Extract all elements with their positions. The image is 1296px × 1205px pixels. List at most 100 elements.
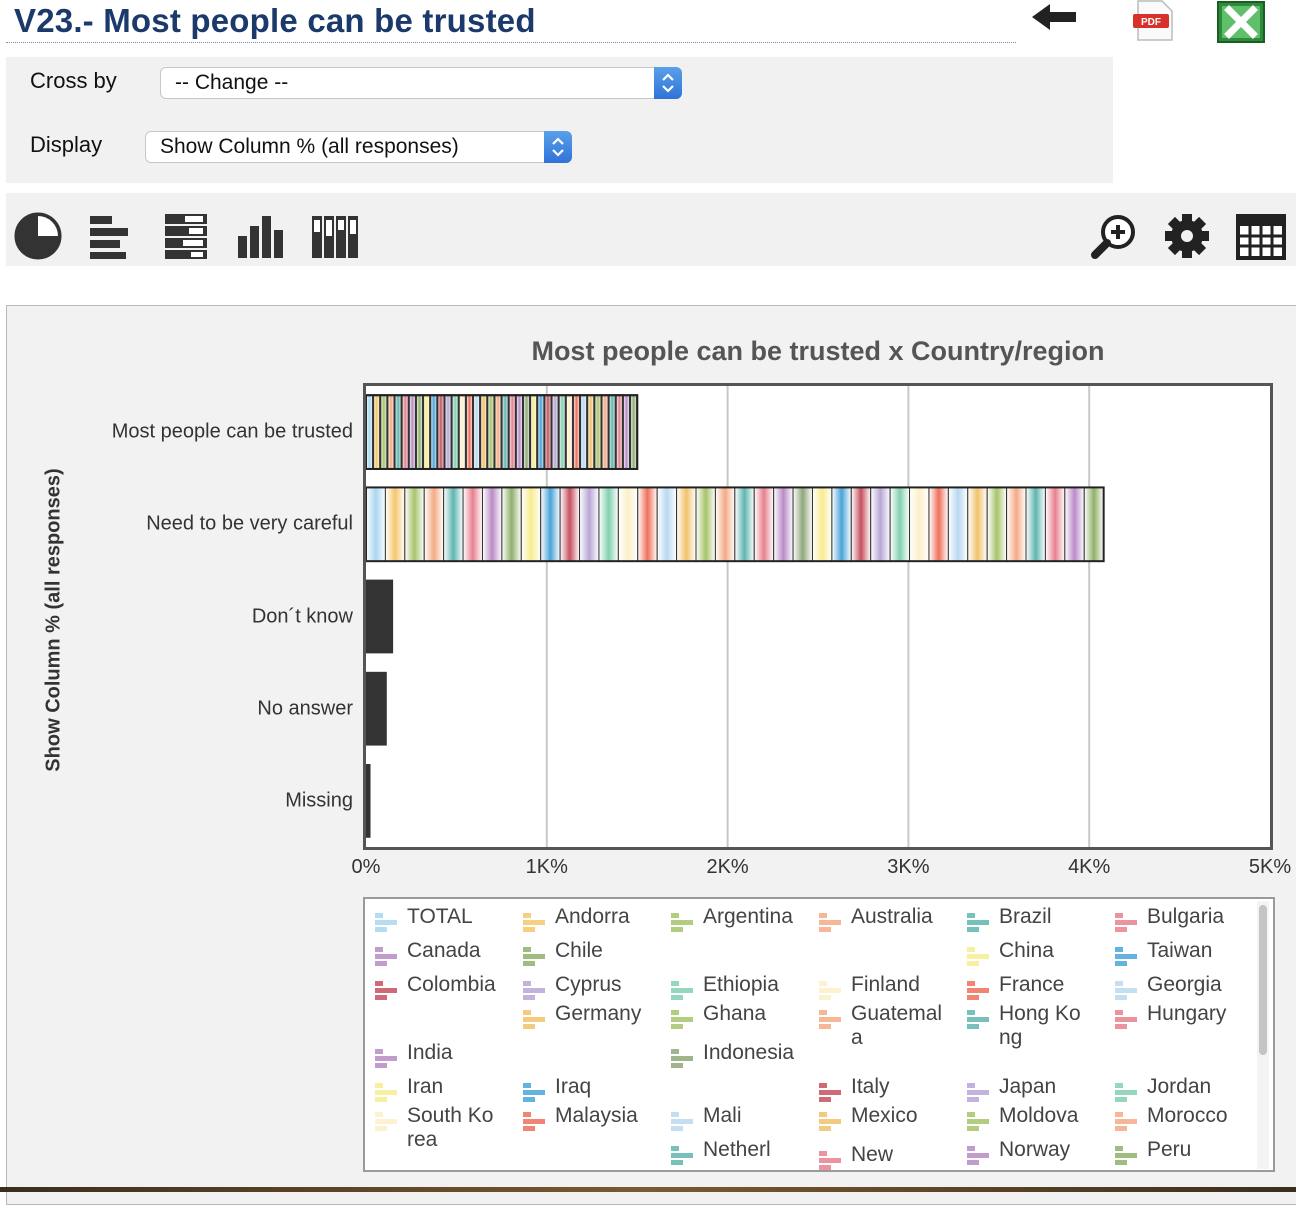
bar-segment[interactable] — [629, 394, 639, 470]
stacked-vertical-bar-icon[interactable] — [310, 214, 358, 260]
bar-segment[interactable] — [1044, 486, 1066, 562]
bar-segment[interactable] — [1006, 486, 1027, 562]
legend-item[interactable]: Andorra — [523, 905, 647, 933]
bar-segment[interactable] — [928, 486, 949, 562]
bar-segment[interactable] — [379, 394, 389, 470]
bar-segment[interactable] — [621, 394, 632, 470]
bar-segment[interactable] — [579, 394, 589, 470]
legend-item[interactable]: South Korea — [375, 1104, 499, 1152]
bar-segment[interactable] — [571, 394, 582, 470]
bar-segment[interactable] — [501, 486, 522, 562]
legend-scrollbar-thumb[interactable] — [1259, 905, 1267, 1055]
bar-segment[interactable] — [386, 394, 396, 470]
bar-segment[interactable] — [500, 394, 510, 470]
table-icon[interactable] — [1236, 214, 1286, 260]
bar-segment[interactable] — [540, 486, 561, 562]
bar-2[interactable] — [366, 579, 394, 654]
bar-segment[interactable] — [637, 486, 658, 562]
legend-item[interactable]: Indonesia — [671, 1041, 795, 1069]
legend-item[interactable]: Argentina — [671, 905, 795, 933]
back-arrow-icon[interactable] — [1030, 2, 1080, 32]
bar-segment[interactable] — [600, 394, 610, 470]
bar-segment[interactable] — [870, 486, 891, 562]
legend-item[interactable]: Taiwan — [1115, 939, 1239, 967]
legend-item[interactable]: France — [967, 973, 1091, 1001]
bar-segment[interactable] — [536, 394, 546, 470]
bar-segment[interactable] — [792, 486, 813, 562]
legend-item[interactable]: Moldova — [967, 1104, 1091, 1132]
bar-segment[interactable] — [676, 486, 697, 562]
legend-item[interactable]: Japan — [967, 1075, 1091, 1103]
bar-segment[interactable] — [598, 486, 619, 562]
legend-item[interactable]: Hungary — [1115, 1002, 1239, 1030]
legend-item[interactable]: New — [819, 1143, 943, 1170]
legend-item[interactable]: Cyprus — [523, 973, 647, 1001]
bar-segment[interactable] — [1025, 486, 1046, 562]
bar-segment[interactable] — [481, 486, 503, 562]
vertical-bar-icon[interactable] — [236, 214, 284, 260]
bar-segment[interactable] — [520, 486, 542, 562]
bar-segment[interactable] — [472, 394, 482, 470]
bar-segment[interactable] — [443, 394, 453, 470]
bar-segment[interactable] — [734, 486, 755, 562]
bar-segment[interactable] — [559, 486, 581, 562]
legend-item[interactable]: Bulgaria — [1115, 905, 1239, 933]
bar-segment[interactable] — [850, 486, 872, 562]
legend-item[interactable]: Hong Kong — [967, 1002, 1091, 1050]
display-select[interactable]: Show Column % (all responses) — [145, 131, 572, 163]
legend-item[interactable]: Georgia — [1115, 973, 1239, 1001]
bar-segment[interactable] — [462, 486, 483, 562]
bar-4[interactable] — [366, 764, 371, 838]
legend-item[interactable]: Canada — [375, 939, 499, 967]
legend-item[interactable]: Iran — [375, 1075, 499, 1103]
bar-segment[interactable] — [400, 394, 410, 470]
bar-segment[interactable] — [614, 394, 624, 470]
bar-segment[interactable] — [1083, 486, 1105, 562]
bar-segment[interactable] — [423, 486, 445, 562]
bar-segment[interactable] — [586, 394, 596, 470]
legend-item[interactable]: Iraq — [523, 1075, 647, 1103]
bar-segment[interactable] — [436, 394, 446, 470]
bar-segment[interactable] — [457, 394, 467, 470]
legend-item[interactable]: Norway — [967, 1138, 1091, 1166]
bar-segment[interactable] — [384, 486, 406, 562]
legend-item[interactable]: Jordan — [1115, 1075, 1239, 1103]
bar-segment[interactable] — [714, 486, 736, 562]
legend-item[interactable]: Finland — [819, 973, 943, 1001]
bar-segment[interactable] — [656, 486, 678, 562]
legend-item[interactable]: Guatemala — [819, 1002, 943, 1050]
bar-segment[interactable] — [414, 394, 425, 470]
bar-segment[interactable] — [366, 486, 386, 562]
excel-icon[interactable] — [1216, 0, 1268, 44]
bar-segment[interactable] — [479, 394, 489, 470]
bar-segment[interactable] — [429, 394, 439, 470]
bar-segment[interactable] — [617, 486, 639, 562]
legend-item[interactable]: Morocco — [1115, 1104, 1239, 1132]
legend-item[interactable]: Brazil — [967, 905, 1091, 933]
legend-item[interactable]: Ethiopia — [671, 973, 795, 1001]
bar-segment[interactable] — [366, 394, 375, 470]
zoom-in-icon[interactable] — [1090, 212, 1138, 260]
legend-item[interactable]: India — [375, 1041, 499, 1069]
bar-segment[interactable] — [909, 486, 930, 562]
bar-segment[interactable] — [593, 394, 603, 470]
bar-segment[interactable] — [366, 579, 394, 654]
legend-item[interactable]: Australia — [819, 905, 943, 933]
cross-by-select[interactable]: -- Change -- — [160, 67, 682, 99]
legend-item[interactable]: Mali — [671, 1104, 795, 1132]
legend-item[interactable]: Netherl — [671, 1138, 795, 1166]
bar-segment[interactable] — [550, 394, 560, 470]
bar-0[interactable] — [366, 394, 639, 470]
bar-segment[interactable] — [407, 394, 417, 470]
stacked-horizontal-bar-icon[interactable] — [163, 212, 209, 260]
bar-segment[interactable] — [557, 394, 567, 470]
bar-segment[interactable] — [443, 486, 464, 562]
bar-segment[interactable] — [450, 394, 460, 470]
legend-item[interactable]: China — [967, 939, 1091, 967]
bar-1[interactable] — [366, 486, 1105, 563]
gear-icon[interactable] — [1163, 212, 1211, 260]
legend-item[interactable]: Chile — [523, 939, 647, 967]
bar-segment[interactable] — [564, 394, 574, 470]
legend-item[interactable]: Peru — [1115, 1138, 1239, 1166]
bar-segment[interactable] — [366, 764, 371, 838]
